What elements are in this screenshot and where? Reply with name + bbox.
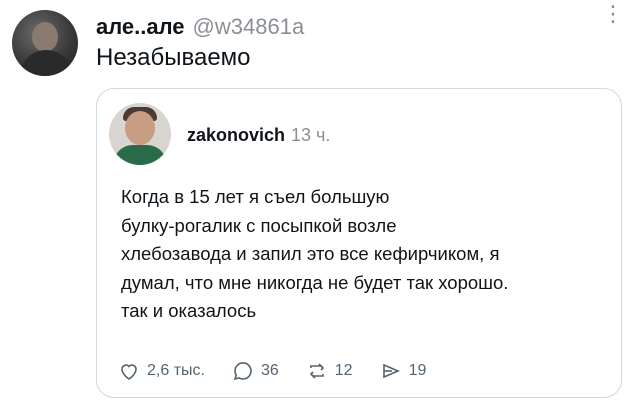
quoted-author-name[interactable]: zakonovich xyxy=(187,125,285,146)
avatar-body xyxy=(20,50,72,76)
quoted-header: zakonovich 13 ч. xyxy=(187,125,330,146)
quoted-text: Когда в 15 лет я съел большую булку-рога… xyxy=(121,183,611,326)
share-count: 19 xyxy=(408,362,427,379)
author-name[interactable]: але..але xyxy=(96,14,185,40)
share-button[interactable]: 19 xyxy=(379,359,427,383)
quoted-text-line: хлебозавода и запил это все кефирчиком, … xyxy=(121,243,500,264)
author-handle[interactable]: @w34861a xyxy=(193,14,305,40)
tweet-author-row: але..але @w34861a xyxy=(96,14,304,40)
quoted-text-line: думал, что мне никогда не будет так хоро… xyxy=(121,271,509,293)
quoted-timestamp[interactable]: 13 ч. xyxy=(291,125,330,146)
like-count: 2,6 тыс. xyxy=(147,362,205,379)
repost-icon xyxy=(309,363,324,379)
avatar-face xyxy=(125,111,155,145)
quoted-actions: 2,6 тыс. 36 12 19 xyxy=(117,359,452,383)
like-button[interactable]: 2,6 тыс. xyxy=(117,359,205,383)
repost-button[interactable]: 12 xyxy=(305,359,353,383)
quoted-text-line: Когда в 15 лет я съел большую xyxy=(121,186,390,207)
share-arrow-icon xyxy=(382,363,400,379)
quoted-author-avatar[interactable] xyxy=(109,103,171,165)
avatar-head xyxy=(32,22,58,52)
tweet-text: Незабываемо xyxy=(96,44,251,71)
comment-bubble-icon xyxy=(233,362,252,381)
quoted-tweet-card[interactable]: zakonovich 13 ч. Когда в 15 лет я съел б… xyxy=(96,88,622,398)
reply-count: 36 xyxy=(260,362,279,379)
quoted-text-line: так и оказалось xyxy=(121,300,257,321)
author-avatar[interactable] xyxy=(12,10,78,76)
quoted-text-line: булку-рогалик с посыпкой возле xyxy=(121,214,397,236)
reply-button[interactable]: 36 xyxy=(231,359,279,383)
heart-icon xyxy=(121,364,137,380)
repost-count: 12 xyxy=(334,362,353,379)
more-vertical-icon[interactable]: ⋮ xyxy=(602,3,624,25)
avatar-shirt xyxy=(113,145,167,165)
